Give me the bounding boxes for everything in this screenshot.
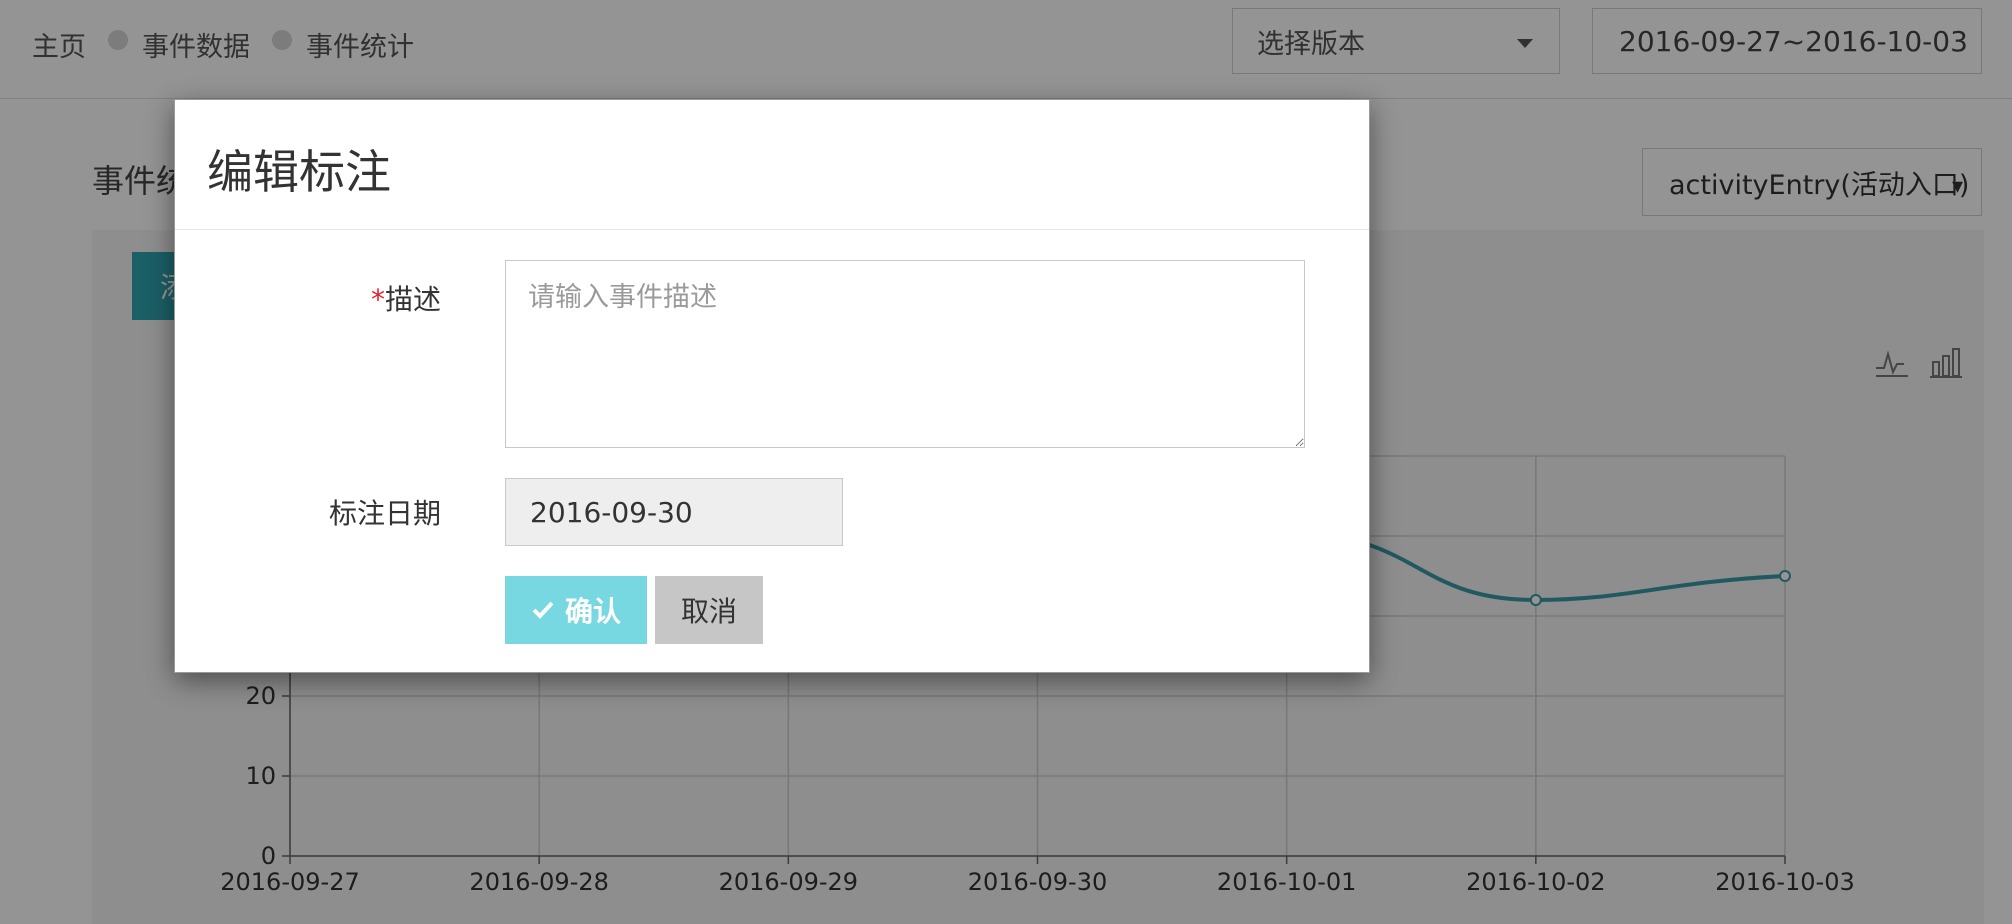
modal-header: 编辑标注	[175, 100, 1369, 230]
edit-annotation-dialog: 编辑标注 *描述 标注日期 确认 取消	[174, 99, 1370, 673]
annotation-date-label: 标注日期	[328, 497, 441, 530]
description-label-text: 描述	[384, 283, 441, 316]
required-marker: *	[370, 283, 385, 316]
description-label: *描述	[371, 278, 441, 318]
description-textarea[interactable]	[505, 260, 1305, 448]
confirm-button[interactable]: 确认	[505, 576, 647, 644]
annotation-date-input[interactable]	[505, 478, 843, 546]
confirm-button-label: 确认	[564, 595, 621, 628]
modal-title: 编辑标注	[207, 145, 391, 199]
cancel-button[interactable]: 取消	[655, 576, 763, 644]
check-icon	[532, 601, 554, 619]
cancel-button-label: 取消	[680, 595, 737, 628]
